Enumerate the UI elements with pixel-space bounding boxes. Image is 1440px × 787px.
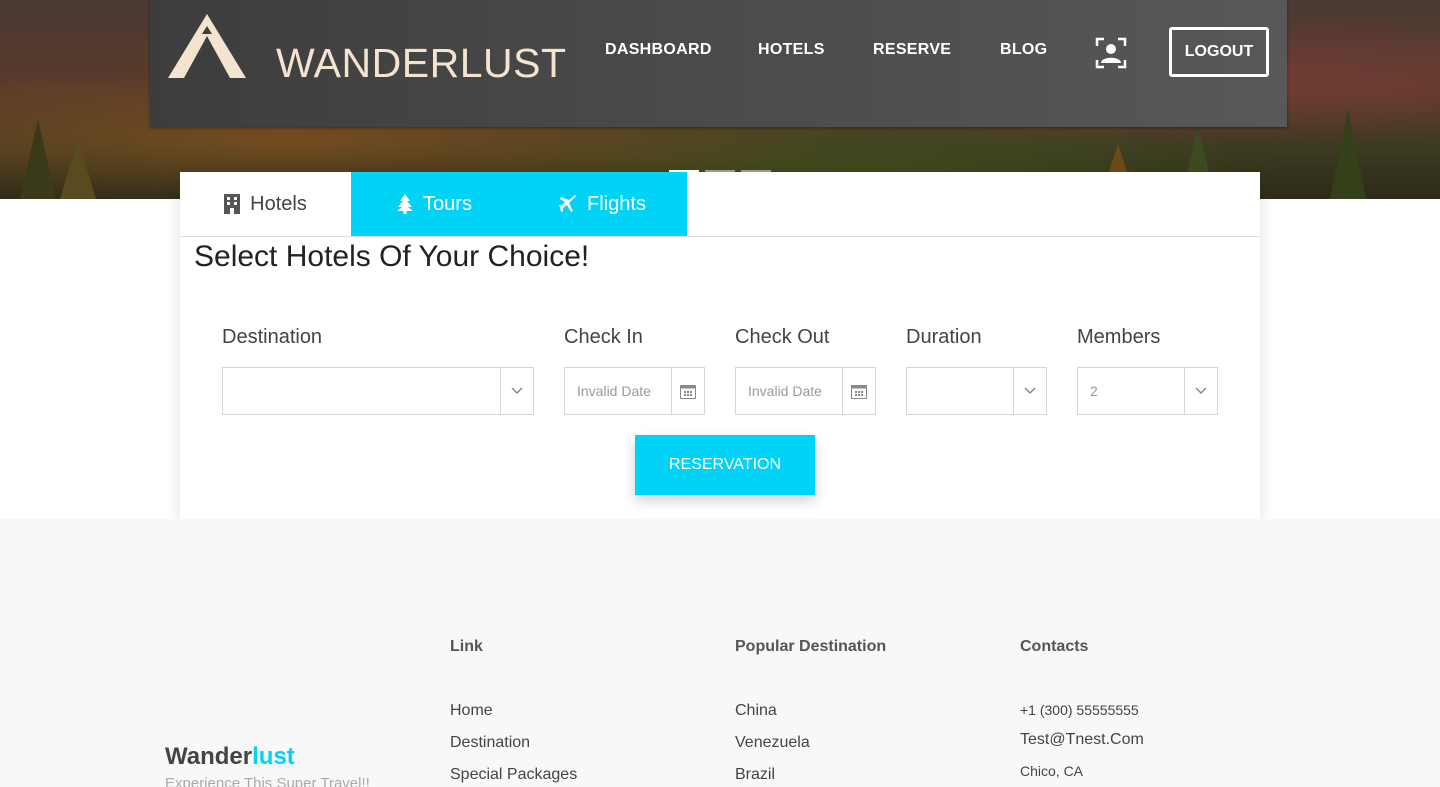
building-icon [224, 194, 241, 214]
nav-hotels[interactable]: HOTELS [758, 41, 825, 59]
footer-destination-venezuela[interactable]: Venezuela [735, 734, 810, 752]
tree-decoration [20, 119, 56, 199]
footer-heading-contacts: Contacts [1020, 638, 1089, 655]
search-tabs: Hotels Tours Flights [180, 172, 687, 236]
members-label: Members [1077, 326, 1161, 348]
navbar: WANDERLUST DASHBOARD HOTELS RESERVE BLOG… [150, 0, 1287, 127]
nav-dashboard[interactable]: DASHBOARD [605, 41, 712, 59]
brand-name[interactable]: WANDERLUST [276, 40, 567, 87]
footer-email[interactable]: Test@Tnest.Com [1020, 731, 1144, 749]
footer-location: Chico, CA [1020, 763, 1084, 779]
footer-destination-china[interactable]: China [735, 702, 777, 720]
check-out-value: Invalid Date [748, 383, 822, 399]
footer-destination-brazil[interactable]: Brazil [735, 766, 775, 784]
search-card: Hotels Tours Flights Select Hotels Of Yo… [180, 172, 1260, 519]
tree-decoration [1330, 109, 1366, 199]
tab-tours[interactable]: Tours [351, 172, 518, 236]
nav-blog[interactable]: BLOG [1000, 41, 1047, 59]
members-select[interactable]: 2 [1077, 367, 1218, 415]
tab-label: Flights [587, 192, 646, 215]
tab-label: Hotels [250, 192, 307, 215]
duration-select[interactable] [906, 367, 1047, 415]
check-in-label: Check In [564, 326, 643, 348]
check-in-input[interactable]: Invalid Date [564, 367, 705, 415]
duration-label: Duration [906, 326, 982, 348]
check-out-input[interactable]: Invalid Date [735, 367, 876, 415]
footer-link-destination[interactable]: Destination [450, 734, 530, 752]
user-profile-icon[interactable] [1095, 37, 1127, 69]
footer-brand-part2: lust [252, 743, 295, 770]
footer-phone: +1 (300) 55555555 [1020, 702, 1139, 718]
tab-flights[interactable]: Flights [518, 172, 687, 236]
nav-reserve[interactable]: RESERVE [873, 41, 951, 59]
footer-heading-destinations: Popular Destination [735, 638, 887, 655]
tab-hotels[interactable]: Hotels [180, 172, 351, 236]
chevron-down-icon[interactable] [1184, 368, 1217, 414]
logout-button[interactable]: LOGOUT [1169, 27, 1269, 77]
members-value: 2 [1090, 383, 1098, 399]
chevron-down-icon[interactable] [1013, 368, 1046, 414]
destination-label: Destination [222, 326, 323, 348]
plane-icon [559, 195, 577, 212]
footer-tagline: Experience This Super Travel!! [165, 775, 370, 787]
footer: Wanderlust Experience This Super Travel!… [0, 519, 1440, 787]
tree-decoration [60, 139, 96, 199]
divider [180, 236, 1260, 237]
destination-select[interactable] [222, 367, 534, 415]
footer-heading-link: Link [450, 638, 483, 655]
footer-link-special-packages[interactable]: Special Packages [450, 766, 577, 784]
check-in-value: Invalid Date [577, 383, 651, 399]
check-out-label: Check Out [735, 326, 830, 348]
footer-brand[interactable]: Wanderlust [165, 743, 295, 771]
logo-icon[interactable] [166, 12, 248, 80]
tree-icon [397, 194, 414, 214]
chevron-down-icon[interactable] [500, 368, 533, 414]
reservation-button[interactable]: RESERVATION [635, 435, 815, 495]
footer-link-home[interactable]: Home [450, 702, 493, 720]
calendar-icon[interactable] [671, 368, 704, 414]
page-title: Select Hotels Of Your Choice! [194, 240, 590, 273]
tab-label: Tours [423, 192, 472, 215]
calendar-icon[interactable] [842, 368, 875, 414]
footer-brand-part1: Wander [165, 743, 253, 770]
